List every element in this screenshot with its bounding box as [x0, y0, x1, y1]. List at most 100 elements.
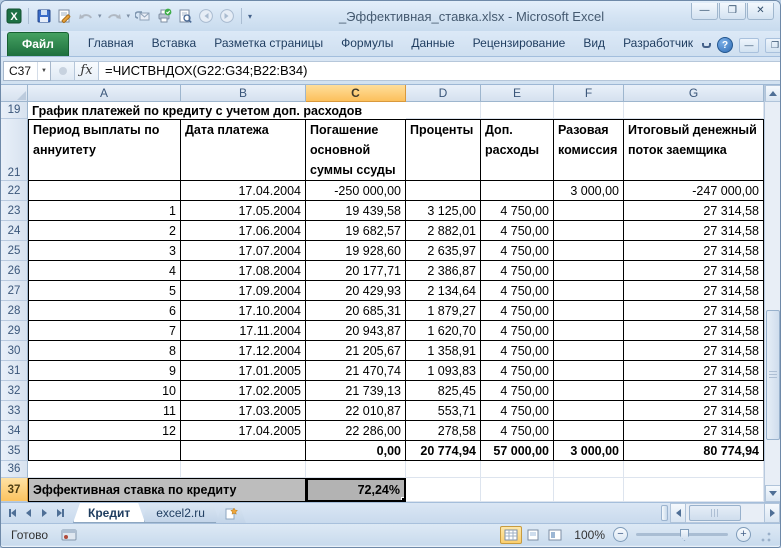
last-sheet-icon[interactable]: [53, 506, 67, 520]
cell-C27[interactable]: 20 429,93: [306, 281, 406, 301]
row-header-29[interactable]: 29: [1, 321, 28, 341]
cell-C30[interactable]: 21 205,67: [306, 341, 406, 361]
horizontal-scrollbar-thumb[interactable]: [689, 505, 741, 521]
cell-G30[interactable]: 27 314,58: [624, 341, 764, 361]
cell-D32[interactable]: 825,45: [406, 381, 481, 401]
tab-home[interactable]: Главная: [79, 32, 143, 56]
cell-C24[interactable]: 19 682,57: [306, 221, 406, 241]
cell-F32[interactable]: [554, 381, 624, 401]
cell-E37[interactable]: [481, 478, 554, 502]
page-break-view-icon[interactable]: [544, 526, 566, 544]
cell-G23[interactable]: 27 314,58: [624, 201, 764, 221]
name-box-dropdown-icon[interactable]: ▼: [37, 62, 50, 80]
select-all-corner[interactable]: [1, 85, 28, 102]
cell-E33[interactable]: 4 750,00: [481, 401, 554, 421]
tab-file[interactable]: Файл: [7, 32, 69, 56]
restore-icon[interactable]: ❐: [719, 3, 746, 20]
cell-AB37[interactable]: Эффективная ставка по кредиту: [28, 478, 306, 502]
row-header-35[interactable]: 35: [1, 441, 28, 461]
undo-dropdown-icon[interactable]: ▾: [98, 12, 102, 20]
cell-G37[interactable]: [624, 478, 764, 502]
cell-G28[interactable]: 27 314,58: [624, 301, 764, 321]
formula-input[interactable]: =ЧИСТВНДОХ(G22:G34;B22:B34): [99, 61, 780, 81]
cell-C23[interactable]: 19 439,58: [306, 201, 406, 221]
cell-D23[interactable]: 3 125,00: [406, 201, 481, 221]
cell-F24[interactable]: [554, 221, 624, 241]
cell-C26[interactable]: 20 177,71: [306, 261, 406, 281]
cell-F37[interactable]: [554, 478, 624, 502]
cell-C36[interactable]: [306, 461, 406, 478]
cell-C21[interactable]: Погашение основной суммы ссуды: [306, 119, 406, 181]
cell-E29[interactable]: 4 750,00: [481, 321, 554, 341]
page-layout-view-icon[interactable]: [522, 526, 544, 544]
cell-ABC19[interactable]: График платежей по кредиту с учетом доп.…: [28, 102, 406, 119]
tab-data[interactable]: Данные: [402, 32, 463, 56]
cell-F34[interactable]: [554, 421, 624, 441]
cell-C33[interactable]: 22 010,87: [306, 401, 406, 421]
column-header-F[interactable]: F: [554, 85, 624, 102]
cell-A34[interactable]: 12: [28, 421, 181, 441]
row-header-25[interactable]: 25: [1, 241, 28, 261]
cell-B31[interactable]: 17.01.2005: [181, 361, 306, 381]
cell-D27[interactable]: 2 134,64: [406, 281, 481, 301]
row-header-37[interactable]: 37: [1, 478, 28, 502]
cell-A22[interactable]: [28, 181, 181, 201]
cell-B27[interactable]: 17.09.2004: [181, 281, 306, 301]
cell-B35[interactable]: [181, 441, 306, 461]
row-header-21[interactable]: 21: [1, 119, 28, 181]
tab-split-handle[interactable]: [661, 505, 668, 521]
cell-C28[interactable]: 20 685,31: [306, 301, 406, 321]
cell-D25[interactable]: 2 635,97: [406, 241, 481, 261]
minimize-icon[interactable]: —: [691, 3, 718, 20]
cell-B32[interactable]: 17.02.2005: [181, 381, 306, 401]
cell-D35[interactable]: 20 774,94: [406, 441, 481, 461]
cell-E23[interactable]: 4 750,00: [481, 201, 554, 221]
help-icon[interactable]: ?: [717, 37, 733, 53]
row-header-23[interactable]: 23: [1, 201, 28, 221]
redo-icon[interactable]: [106, 8, 123, 25]
cell-B21[interactable]: Дата платежа: [181, 119, 306, 181]
row-header-34[interactable]: 34: [1, 421, 28, 441]
cell-B25[interactable]: 17.07.2004: [181, 241, 306, 261]
cell-D24[interactable]: 2 882,01: [406, 221, 481, 241]
cell-F29[interactable]: [554, 321, 624, 341]
scroll-up-icon[interactable]: [765, 85, 781, 102]
row-header-22[interactable]: 22: [1, 181, 28, 201]
cell-E32[interactable]: 4 750,00: [481, 381, 554, 401]
cell-A33[interactable]: 11: [28, 401, 181, 421]
vertical-scrollbar-thumb[interactable]: [766, 310, 780, 440]
next-sheet-icon[interactable]: [37, 506, 51, 520]
cell-C22[interactable]: -250 000,00: [306, 181, 406, 201]
cell-D31[interactable]: 1 093,83: [406, 361, 481, 381]
cell-E19[interactable]: [481, 102, 554, 119]
cell-B26[interactable]: 17.08.2004: [181, 261, 306, 281]
cell-C37[interactable]: 72,24%: [306, 478, 406, 502]
row-header-26[interactable]: 26: [1, 261, 28, 281]
macro-record-icon[interactable]: [58, 526, 80, 543]
column-header-D[interactable]: D: [406, 85, 481, 102]
cell-G21[interactable]: Итоговый денежный поток заемщика: [624, 119, 764, 181]
cell-A28[interactable]: 6: [28, 301, 181, 321]
tab-formulas[interactable]: Формулы: [332, 32, 402, 56]
cell-C32[interactable]: 21 739,13: [306, 381, 406, 401]
tab-review[interactable]: Рецензирование: [464, 32, 575, 56]
cell-F22[interactable]: 3 000,00: [554, 181, 624, 201]
cell-D19[interactable]: [406, 102, 481, 119]
row-header-27[interactable]: 27: [1, 281, 28, 301]
cell-A36[interactable]: [28, 461, 181, 478]
cell-B33[interactable]: 17.03.2005: [181, 401, 306, 421]
save-as-icon[interactable]: [56, 8, 73, 25]
cell-G24[interactable]: 27 314,58: [624, 221, 764, 241]
row-header-19[interactable]: 19: [1, 102, 28, 119]
cell-D26[interactable]: 2 386,87: [406, 261, 481, 281]
zoom-level[interactable]: 100%: [574, 528, 605, 542]
tab-insert[interactable]: Вставка: [143, 32, 206, 56]
cell-G35[interactable]: 80 774,94: [624, 441, 764, 461]
cell-C34[interactable]: 22 286,00: [306, 421, 406, 441]
cell-E35[interactable]: 57 000,00: [481, 441, 554, 461]
cell-E30[interactable]: 4 750,00: [481, 341, 554, 361]
normal-view-icon[interactable]: [500, 526, 522, 544]
cell-E27[interactable]: 4 750,00: [481, 281, 554, 301]
column-header-A[interactable]: A: [28, 85, 181, 102]
cell-F33[interactable]: [554, 401, 624, 421]
